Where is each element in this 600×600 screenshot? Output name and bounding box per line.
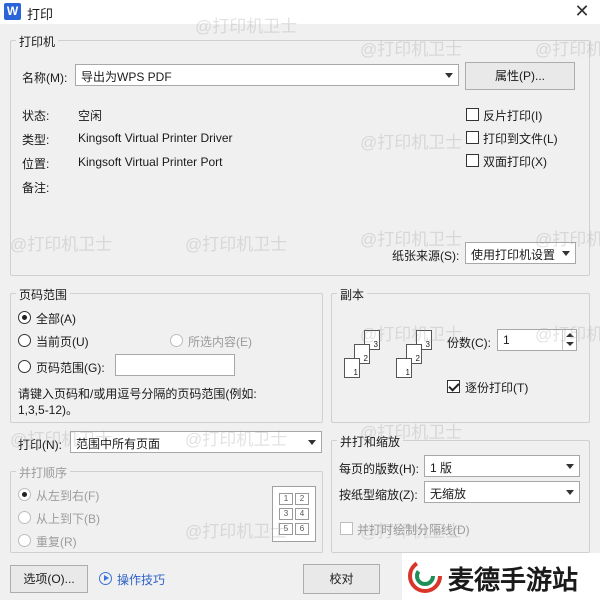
order-repeat-radio[interactable]: [18, 534, 31, 547]
watermark: @打印机卫士: [535, 40, 600, 59]
watermark: @打印机卫士: [360, 423, 463, 442]
scale-label: 按纸型缩放(Z):: [339, 488, 418, 502]
type-value: Kingsoft Virtual Printer Driver: [78, 131, 233, 145]
watermark: @打印机卫士: [360, 133, 463, 152]
location-value: Kingsoft Virtual Printer Port: [78, 155, 223, 169]
options-button[interactable]: 选项(O)...: [10, 565, 88, 593]
print-to-file-checkbox[interactable]: [466, 131, 479, 144]
print-to-file-label[interactable]: 打印到文件(L): [483, 130, 558, 147]
scale-select[interactable]: 无缩放: [424, 481, 580, 503]
comment-label: 备注:: [22, 181, 50, 195]
page-icon: 1: [396, 358, 412, 378]
range-hint-line2: 1,3,5-12)。: [18, 403, 79, 417]
chevron-down-icon: [566, 490, 574, 495]
watermark: @打印机卫士: [360, 325, 463, 344]
brand-overlay: 麦德手游站: [402, 553, 600, 600]
pages-per-sheet-value: 1 版: [430, 461, 453, 475]
tips-link[interactable]: 操作技巧: [117, 571, 165, 588]
copies-group-title: 副本: [337, 286, 368, 303]
watermark: @打印机卫士: [360, 522, 463, 541]
window-title: 打印: [27, 7, 54, 22]
page-range-input[interactable]: [115, 354, 235, 376]
duplex-label[interactable]: 双面打印(X): [483, 153, 547, 170]
chevron-down-icon: [562, 251, 570, 256]
page-range-group-title: 页码范围: [16, 286, 71, 303]
watermark: @打印机卫士: [360, 40, 463, 59]
chevron-down-icon: [566, 464, 574, 469]
properties-button[interactable]: 属性(P)...: [465, 62, 575, 90]
grid-cell: 1: [279, 493, 293, 505]
collate-order-group-title: 并打顺序: [16, 464, 71, 481]
proofread-button[interactable]: 校对: [303, 564, 380, 594]
range-selection-radio[interactable]: [170, 334, 183, 347]
watermark: @打印机卫士: [185, 235, 288, 254]
range-pages-radio[interactable]: [18, 360, 31, 373]
watermark: @打印机卫士: [195, 17, 298, 36]
grid-cell: 6: [295, 523, 309, 535]
status-label: 状态:: [22, 109, 50, 123]
pages-per-sheet-select[interactable]: 1 版: [424, 455, 580, 477]
watermark: @打印机卫士: [185, 522, 288, 541]
watermark: @打印机卫士: [535, 325, 600, 344]
range-pages-label[interactable]: 页码范围(G):: [36, 359, 105, 376]
grid-cell: 2: [295, 493, 309, 505]
chevron-down-icon: [445, 73, 453, 78]
order-repeat-label[interactable]: 重复(R): [36, 533, 77, 550]
brand-logo-icon: [408, 559, 442, 593]
copies-count-value: 1: [503, 333, 510, 347]
order-left-right-radio[interactable]: [18, 488, 31, 501]
close-icon[interactable]: ✕: [570, 0, 594, 22]
location-label: 位置:: [22, 157, 50, 171]
reverse-print-checkbox[interactable]: [466, 108, 479, 121]
watermark: @打印机卫士: [185, 430, 288, 449]
range-selection-label[interactable]: 所选内容(E): [188, 333, 252, 350]
range-current-label[interactable]: 当前页(U): [36, 333, 89, 350]
watermark: @打印机卫士: [10, 430, 113, 449]
printer-group-title: 打印机: [16, 33, 59, 50]
range-hint-line1: 请键入页码和/或用逗号分隔的页码范围(例如:: [18, 387, 257, 401]
order-top-bottom-label[interactable]: 从上到下(B): [36, 510, 100, 527]
paper-source-value: 使用打印机设置: [471, 248, 556, 262]
play-circle-icon[interactable]: [99, 572, 112, 585]
draw-lines-checkbox[interactable]: [340, 522, 353, 535]
printer-name-value: 导出为WPS PDF: [81, 70, 172, 84]
wps-writer-icon: W: [4, 3, 21, 20]
collate-checkbox[interactable]: [447, 380, 460, 393]
type-label: 类型:: [22, 133, 50, 147]
watermark: @打印机卫士: [360, 230, 463, 249]
printer-name-label: 名称(M):: [22, 71, 68, 85]
duplex-checkbox[interactable]: [466, 154, 479, 167]
title-bar: [0, 0, 600, 24]
watermark: @打印机卫士: [10, 235, 113, 254]
status-value: 空闲: [78, 109, 103, 123]
page-icon: 1: [344, 358, 360, 378]
grid-cell: 4: [295, 508, 309, 520]
chevron-down-icon: [308, 440, 316, 445]
order-top-bottom-radio[interactable]: [18, 511, 31, 524]
brand-name: 麦德手游站: [448, 565, 579, 595]
printer-name-select[interactable]: 导出为WPS PDF: [75, 64, 459, 86]
scale-value: 无缩放: [430, 487, 467, 501]
reverse-print-label[interactable]: 反片打印(I): [483, 107, 542, 124]
range-current-radio[interactable]: [18, 334, 31, 347]
order-left-right-label[interactable]: 从左到右(F): [36, 487, 99, 504]
range-all-label[interactable]: 全部(A): [36, 310, 76, 327]
collate-label[interactable]: 逐份打印(T): [465, 379, 528, 396]
pages-per-sheet-label: 每页的版数(H):: [339, 462, 419, 476]
watermark: @打印机卫士: [535, 230, 600, 249]
range-all-radio[interactable]: [18, 311, 31, 324]
